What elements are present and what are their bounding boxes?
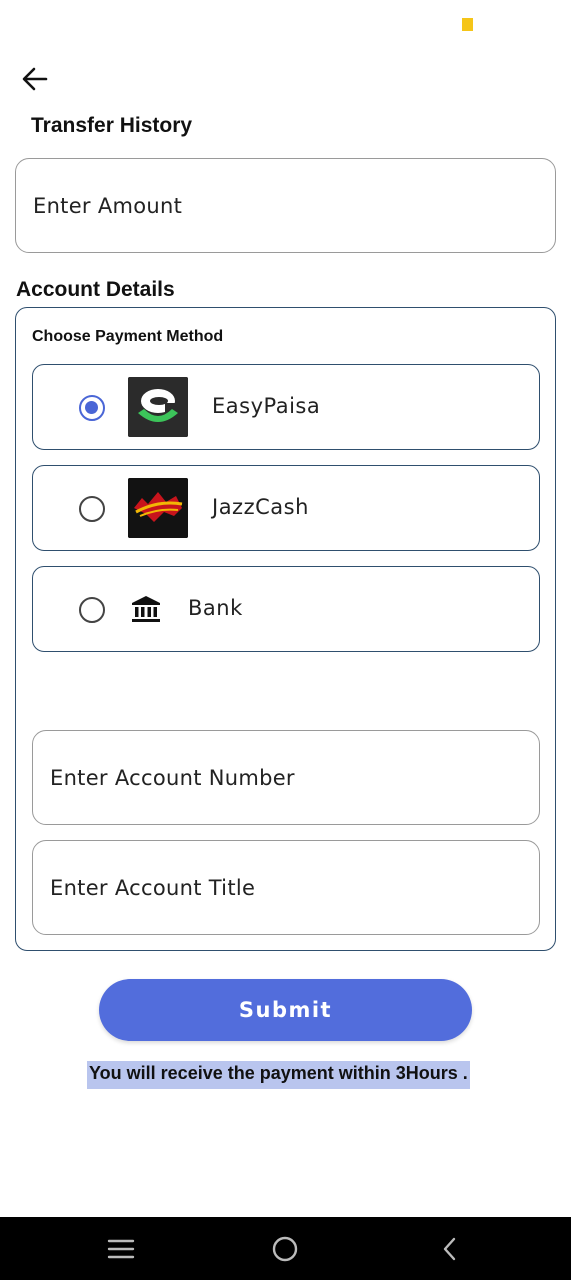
account-number-input[interactable]: Enter Account Number [32,730,540,825]
payment-option-bank[interactable]: Bank [32,566,540,652]
payment-option-jazzcash[interactable]: JazzCash [32,465,540,551]
nav-back-button[interactable] [432,1231,468,1267]
easypaisa-logo [128,377,188,437]
account-details-card: Choose Payment Method EasyPaisa JazzCash [15,307,556,951]
menu-icon [107,1239,135,1259]
back-button[interactable] [18,62,52,96]
payment-notice-text: You will receive the payment within 3Hou… [89,1063,468,1083]
account-title-placeholder: Enter Account Title [50,875,256,900]
nav-menu-button[interactable] [103,1231,139,1267]
system-nav-bar [0,1217,571,1280]
account-title-input[interactable]: Enter Account Title [32,840,540,935]
radio-bank[interactable] [79,597,105,623]
amount-input[interactable]: Enter Amount [15,158,556,253]
submit-button[interactable]: Submit [99,979,472,1041]
payment-option-label: JazzCash [212,495,309,519]
amount-placeholder: Enter Amount [33,193,183,218]
back-icon [443,1237,456,1261]
nav-home-button[interactable] [267,1231,303,1267]
payment-option-easypaisa[interactable]: EasyPaisa [32,364,540,450]
arrow-left-icon [22,67,48,91]
payment-notice: You will receive the payment within 3Hou… [87,1061,470,1089]
payment-option-label: EasyPaisa [212,394,321,418]
submit-button-label: Submit [238,998,333,1022]
radio-easypaisa[interactable] [79,395,105,421]
account-details-title: Account Details [16,278,175,301]
jazzcash-logo [128,478,188,538]
radio-jazzcash[interactable] [79,496,105,522]
choose-payment-method-label: Choose Payment Method [32,328,224,345]
home-icon [272,1236,298,1262]
account-number-placeholder: Enter Account Number [50,765,295,790]
page-title: Transfer History [31,114,193,137]
bank-icon [132,596,160,622]
payment-option-label: Bank [188,596,243,620]
status-indicator [462,18,473,31]
